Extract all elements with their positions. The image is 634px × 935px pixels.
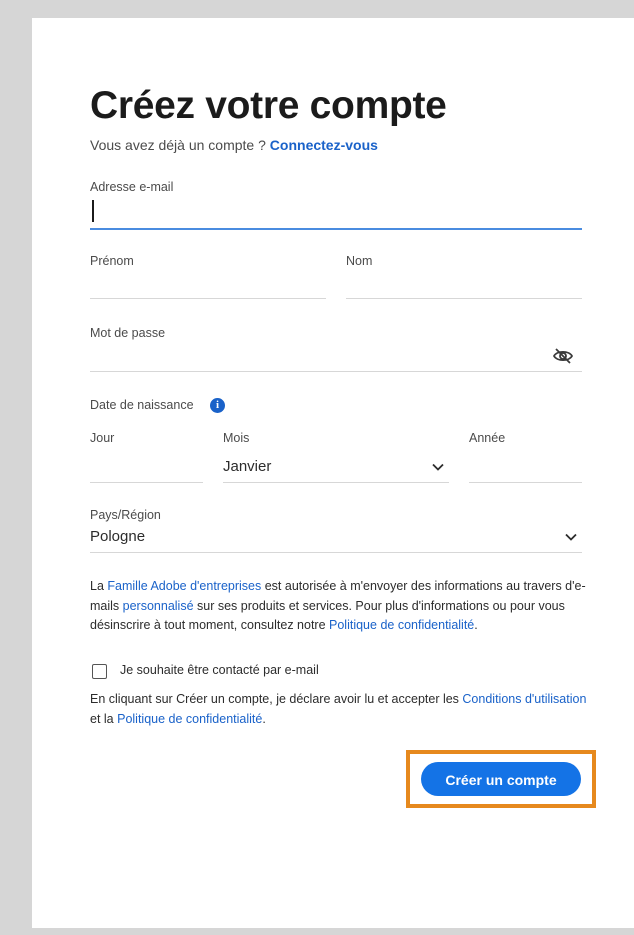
email-label: Adresse e-mail	[90, 180, 174, 194]
first-name-label: Prénom	[90, 254, 134, 268]
first-name-field[interactable]	[90, 268, 326, 299]
signin-link[interactable]: Connectez-vous	[270, 137, 378, 153]
chevron-down-icon	[565, 533, 577, 541]
year-label: Année	[469, 431, 506, 445]
contact-email-label[interactable]: Je souhaite être contacté par e-mail	[120, 663, 319, 677]
password-label: Mot de passe	[90, 326, 166, 340]
privacy-policy-link-2[interactable]: Politique de confidentialité	[117, 712, 262, 726]
adobe-family-link[interactable]: Famille Adobe d'entreprises	[107, 579, 261, 593]
signin-prompt: Vous avez déjà un compte ? Connectez-vou…	[90, 137, 378, 153]
terms-text-part: En cliquant sur Créer un compte, je décl…	[90, 692, 463, 706]
eye-slash-icon[interactable]	[552, 347, 574, 365]
info-icon[interactable]: i	[210, 398, 225, 413]
last-name-label: Nom	[346, 254, 373, 268]
contact-email-checkbox[interactable]	[92, 664, 107, 679]
day-label: Jour	[90, 431, 115, 445]
country-value: Pologne	[90, 528, 146, 545]
terms-text: En cliquant sur Créer un compte, je décl…	[90, 690, 590, 729]
signin-prompt-text: Vous avez déjà un compte ?	[90, 137, 266, 153]
month-value: Janvier	[223, 458, 272, 475]
signup-panel: Créez votre compte Vous avez déjà un com…	[32, 18, 634, 928]
create-account-button[interactable]: Créer un compte	[421, 762, 581, 796]
terms-of-use-link[interactable]: Conditions d'utilisation	[462, 692, 586, 706]
month-select[interactable]: Janvier	[223, 452, 449, 483]
day-field[interactable]	[90, 452, 203, 483]
password-field[interactable]	[90, 341, 582, 372]
email-field[interactable]	[90, 198, 582, 230]
terms-text-part: .	[262, 711, 266, 726]
personalized-link[interactable]: personnalisé	[123, 599, 194, 613]
country-select[interactable]: Pologne	[90, 522, 582, 553]
country-label: Pays/Région	[90, 508, 161, 522]
privacy-policy-link[interactable]: Politique de confidentialité	[329, 618, 474, 632]
month-label: Mois	[223, 431, 250, 445]
consent-text-part: La	[90, 579, 108, 593]
terms-text-part: et la	[90, 711, 118, 726]
chevron-down-icon	[432, 463, 444, 471]
birthdate-label: Date de naissance	[90, 398, 194, 412]
consent-text: La Famille Adobe d'entreprises est autor…	[90, 577, 590, 636]
last-name-field[interactable]	[346, 268, 582, 299]
consent-text-part: .	[474, 618, 478, 632]
text-caret	[92, 200, 94, 222]
year-field[interactable]	[469, 452, 582, 483]
page-title: Créez votre compte	[90, 84, 447, 127]
